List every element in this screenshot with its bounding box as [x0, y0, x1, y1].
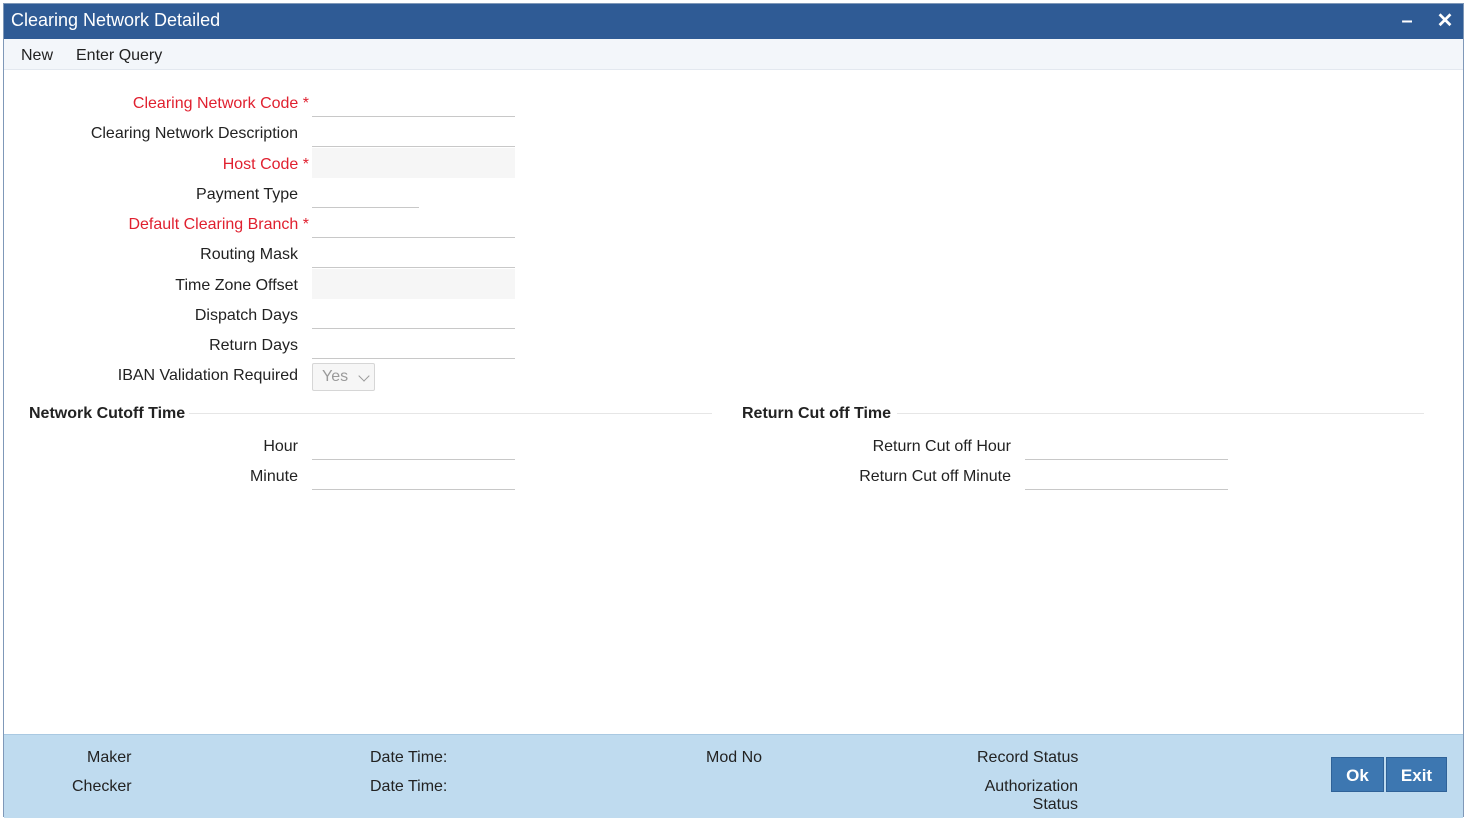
row-default-clearing-branch: Default Clearing Branch * [4, 210, 309, 240]
return-cutoff-minute-input[interactable] [1025, 460, 1228, 490]
return-cutoff-hour-label: Return Cut off Hour [872, 438, 1011, 455]
row-clearing-network-description: Clearing Network Description [4, 119, 298, 149]
checker-date-time-label: Date Time: [370, 778, 448, 795]
exit-button[interactable]: Exit [1386, 757, 1447, 792]
default-clearing-branch-input[interactable] [312, 208, 515, 238]
default-clearing-branch-label: Default Clearing Branch * [128, 216, 309, 233]
chevron-down-icon [358, 370, 370, 382]
return-days-label: Return Days [209, 337, 298, 354]
clearing-network-description-label: Clearing Network Description [90, 125, 298, 142]
time-zone-offset-label: Time Zone Offset [175, 277, 298, 294]
ok-button[interactable]: Ok [1331, 757, 1384, 792]
return-cutoff-minute-label: Return Cut off Minute [859, 468, 1011, 485]
title-bar: Clearing Network Detailed – ✕ [4, 4, 1463, 39]
row-time-zone-offset: Time Zone Offset [4, 271, 298, 301]
iban-validation-select[interactable]: Yes [312, 363, 375, 391]
clearing-network-code-input[interactable] [312, 87, 515, 117]
payment-type-label: Payment Type [196, 186, 298, 203]
network-cutoff-divider [189, 413, 712, 414]
maker-label: Maker [87, 749, 132, 766]
authorization-status-label: Authorization Status [984, 778, 1078, 813]
menu-bar: New Enter Query [4, 39, 1463, 70]
record-status-label: Record Status [977, 749, 1079, 766]
row-routing-mask: Routing Mask [4, 240, 298, 270]
menu-enter-query[interactable]: Enter Query [76, 47, 162, 65]
dispatch-days-label: Dispatch Days [194, 307, 298, 324]
routing-mask-input[interactable] [312, 238, 515, 268]
window-title: Clearing Network Detailed [11, 10, 221, 30]
network-cutoff-title: Network Cutoff Time [29, 405, 186, 422]
menu-new[interactable]: New [21, 47, 53, 65]
row-return-cutoff-hour: Return Cut off Hour [4, 432, 1011, 462]
row-clearing-network-code: Clearing Network Code * [4, 89, 309, 119]
audit-footer: Maker Checker Date Time: Date Time: Mod … [4, 734, 1463, 818]
dispatch-days-input[interactable] [312, 299, 515, 329]
host-code-input[interactable] [312, 148, 515, 178]
row-host-code: Host Code * [4, 150, 309, 180]
return-cutoff-divider [897, 413, 1424, 414]
row-iban-validation: IBAN Validation Required [4, 361, 298, 391]
time-zone-offset-input[interactable] [312, 269, 515, 299]
row-payment-type: Payment Type [4, 180, 298, 210]
return-cutoff-title: Return Cut off Time [742, 405, 892, 422]
iban-validation-label: IBAN Validation Required [117, 367, 298, 384]
clearing-network-code-label: Clearing Network Code * [132, 95, 309, 112]
mod-no-label: Mod No [706, 749, 763, 766]
return-cutoff-hour-input[interactable] [1025, 430, 1228, 460]
row-return-cutoff-minute: Return Cut off Minute [4, 462, 1011, 492]
return-days-input[interactable] [312, 329, 515, 359]
clearing-network-window: Clearing Network Detailed – ✕ New Enter … [3, 3, 1464, 818]
clearing-network-description-input[interactable] [312, 117, 515, 147]
iban-validation-value: Yes [322, 368, 349, 385]
minimize-icon[interactable]: – [1396, 10, 1418, 32]
row-return-days: Return Days [4, 331, 298, 361]
maker-date-time-label: Date Time: [370, 749, 448, 766]
row-dispatch-days: Dispatch Days [4, 301, 298, 331]
close-icon[interactable]: ✕ [1434, 10, 1456, 32]
payment-type-input[interactable] [312, 178, 419, 208]
host-code-label: Host Code * [222, 156, 309, 173]
checker-label: Checker [72, 778, 132, 795]
routing-mask-label: Routing Mask [200, 246, 298, 263]
